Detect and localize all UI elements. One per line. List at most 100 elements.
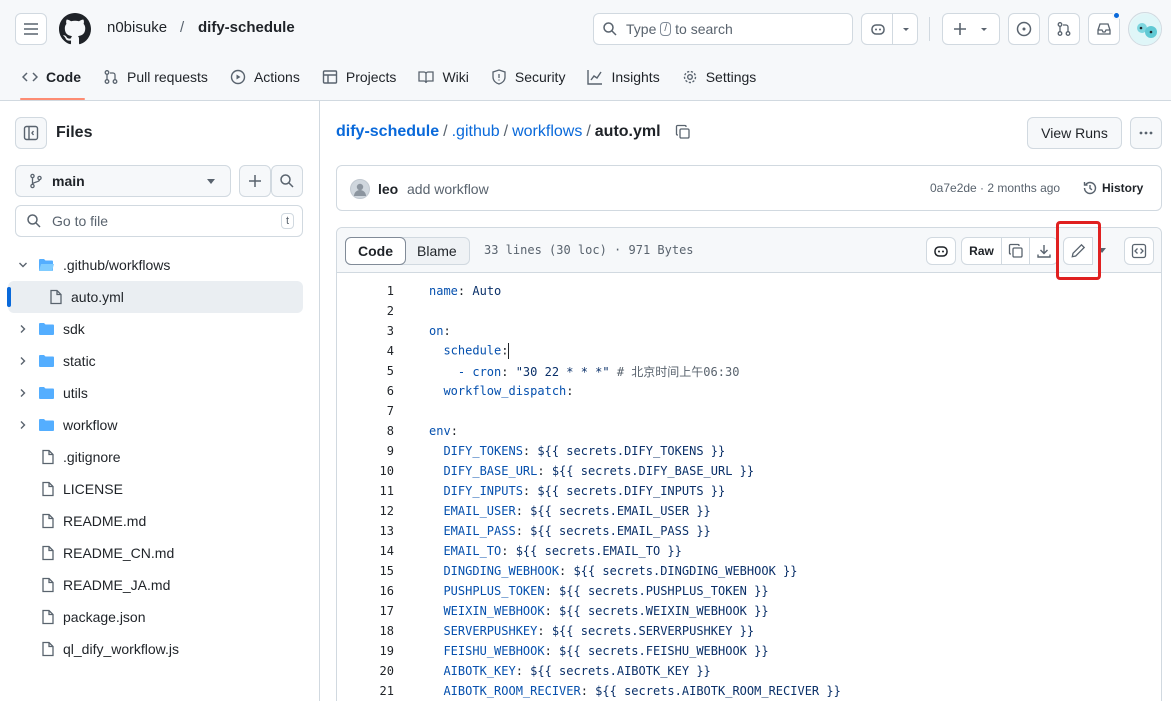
line-number[interactable]: 10 xyxy=(337,464,394,478)
tree-item-readme-ja[interactable]: README_JA.md xyxy=(0,569,320,601)
tab-settings[interactable]: Settings xyxy=(674,60,767,94)
copy-raw-button[interactable] xyxy=(1001,237,1030,265)
repo-owner-link[interactable]: n0bisuke xyxy=(107,19,167,36)
latest-commit-bar: leo add workflow 0a7e2de · 2 months ago … xyxy=(336,165,1162,211)
line-number[interactable]: 17 xyxy=(337,604,394,618)
tree-item-utils[interactable]: utils xyxy=(0,377,320,409)
tree-item-gitignore[interactable]: .gitignore xyxy=(0,441,320,473)
line-number[interactable]: 18 xyxy=(337,624,394,638)
copilot-ask-button[interactable] xyxy=(926,237,956,265)
github-logo[interactable] xyxy=(59,13,91,45)
tree-item-auto-yml[interactable]: auto.yml xyxy=(7,281,303,313)
commit-hash-time[interactable]: 0a7e2de · 2 months ago xyxy=(930,181,1060,195)
breadcrumb-github-link[interactable]: .github xyxy=(452,123,500,141)
breadcrumb-workflows-link[interactable]: workflows xyxy=(512,123,582,141)
search-files-button[interactable] xyxy=(271,165,303,197)
avatar[interactable] xyxy=(350,179,370,199)
tab-wiki[interactable]: Wiki xyxy=(410,60,478,94)
inbox-button[interactable] xyxy=(1088,11,1121,45)
line-number[interactable]: 16 xyxy=(337,584,394,598)
tree-item-github-workflows[interactable]: .github/workflows xyxy=(0,249,320,281)
play-icon xyxy=(230,69,246,85)
line-number[interactable]: 12 xyxy=(337,504,394,518)
files-title: Files xyxy=(56,124,93,141)
pull-requests-button[interactable] xyxy=(1048,13,1080,45)
line-number[interactable]: 13 xyxy=(337,524,394,538)
yaml-key: AIBOTK_ROOM_RECIVER xyxy=(429,684,581,698)
breadcrumb-current-file: auto.yml xyxy=(594,123,661,140)
tree-item-label: .gitignore xyxy=(63,449,121,465)
book-icon xyxy=(418,71,435,84)
collapse-sidebar-button[interactable] xyxy=(15,117,47,149)
tab-actions[interactable]: Actions xyxy=(222,60,310,94)
file-icon xyxy=(42,481,54,497)
line-number[interactable]: 4 xyxy=(337,344,394,358)
avatar[interactable] xyxy=(1128,12,1162,46)
chevron-right-icon xyxy=(20,357,26,365)
yaml-colon: : xyxy=(537,464,545,478)
add-file-button[interactable] xyxy=(239,165,271,197)
tab-security[interactable]: Security xyxy=(483,60,576,94)
more-options-button[interactable] xyxy=(1130,117,1162,149)
commit-author-link[interactable]: leo xyxy=(378,181,398,197)
tree-item-workflow[interactable]: workflow xyxy=(0,409,320,441)
file-icon xyxy=(42,449,54,465)
notification-dot xyxy=(1112,11,1121,20)
breadcrumb-repo-link[interactable]: dify-schedule xyxy=(336,123,439,141)
line-number[interactable]: 9 xyxy=(337,444,394,458)
line-number[interactable]: 21 xyxy=(337,684,394,698)
code-line: 5 - cron: "30 22 * * *" # 北京时间上午06:30 xyxy=(337,361,1161,381)
view-runs-button[interactable]: View Runs xyxy=(1027,117,1122,149)
line-number[interactable]: 15 xyxy=(337,564,394,578)
line-number[interactable]: 19 xyxy=(337,644,394,658)
tree-item-readme[interactable]: README.md xyxy=(0,505,320,537)
code-text: on: xyxy=(429,324,451,338)
tree-item-package-json[interactable]: package.json xyxy=(0,601,320,633)
copy-path-button[interactable] xyxy=(675,124,691,140)
yaml-key: on xyxy=(429,324,444,338)
create-new-button[interactable] xyxy=(942,13,1000,45)
menu-button[interactable] xyxy=(15,13,47,45)
branch-name: main xyxy=(52,173,85,189)
tree-item-static[interactable]: static xyxy=(0,345,320,377)
history-button[interactable]: History xyxy=(1082,180,1143,196)
issues-button[interactable] xyxy=(1008,13,1040,45)
line-number[interactable]: 2 xyxy=(337,304,394,318)
code-text: DIFY_TOKENS: ${{ secrets.DIFY_TOKENS }} xyxy=(429,444,725,458)
code-text: PUSHPLUS_TOKEN: ${{ secrets.PUSHPLUS_TOK… xyxy=(429,584,768,598)
tree-item-sdk[interactable]: sdk xyxy=(0,313,320,345)
code-text: FEISHU_WEBHOOK: ${{ secrets.FEISHU_WEBHO… xyxy=(429,644,768,658)
tree-item-readme-cn[interactable]: README_CN.md xyxy=(0,537,320,569)
search-icon xyxy=(603,22,617,36)
line-number[interactable]: 1 xyxy=(337,284,394,298)
line-number[interactable]: 11 xyxy=(337,484,394,498)
download-button[interactable] xyxy=(1029,237,1058,265)
tab-code[interactable]: Code xyxy=(14,60,91,100)
search-input[interactable]: Type / to search xyxy=(593,13,853,45)
go-to-file-input[interactable]: Go to file t xyxy=(15,205,303,237)
line-number[interactable]: 7 xyxy=(337,404,394,418)
copilot-button[interactable] xyxy=(861,13,918,45)
tab-projects[interactable]: Projects xyxy=(314,60,407,94)
blame-view-button[interactable]: Blame xyxy=(405,238,469,264)
line-number[interactable]: 6 xyxy=(337,384,394,398)
tree-item-license[interactable]: LICENSE xyxy=(0,473,320,505)
repo-name-link[interactable]: dify-schedule xyxy=(198,19,295,36)
line-number[interactable]: 3 xyxy=(337,324,394,338)
line-number[interactable]: 20 xyxy=(337,664,394,678)
line-number[interactable]: 14 xyxy=(337,544,394,558)
tree-item-label: package.json xyxy=(63,609,146,625)
tab-insights[interactable]: Insights xyxy=(579,60,669,94)
plus-icon xyxy=(954,23,966,35)
symbols-panel-button[interactable] xyxy=(1124,237,1154,265)
tab-pull-requests[interactable]: Pull requests xyxy=(95,60,218,94)
code-text: WEIXIN_WEBHOOK: ${{ secrets.WEIXIN_WEBHO… xyxy=(429,604,768,618)
commit-message-link[interactable]: add workflow xyxy=(407,181,489,197)
line-number[interactable]: 5 xyxy=(337,364,394,378)
branch-selector[interactable]: main xyxy=(15,165,231,197)
line-number[interactable]: 8 xyxy=(337,424,394,438)
yaml-value: ${{ secrets.SERVERPUSHKEY }} xyxy=(544,624,755,638)
tree-item-ql-dify-workflow[interactable]: ql_dify_workflow.js xyxy=(0,633,320,665)
code-view-button[interactable]: Code xyxy=(345,237,406,265)
raw-button[interactable]: Raw xyxy=(961,237,1002,265)
